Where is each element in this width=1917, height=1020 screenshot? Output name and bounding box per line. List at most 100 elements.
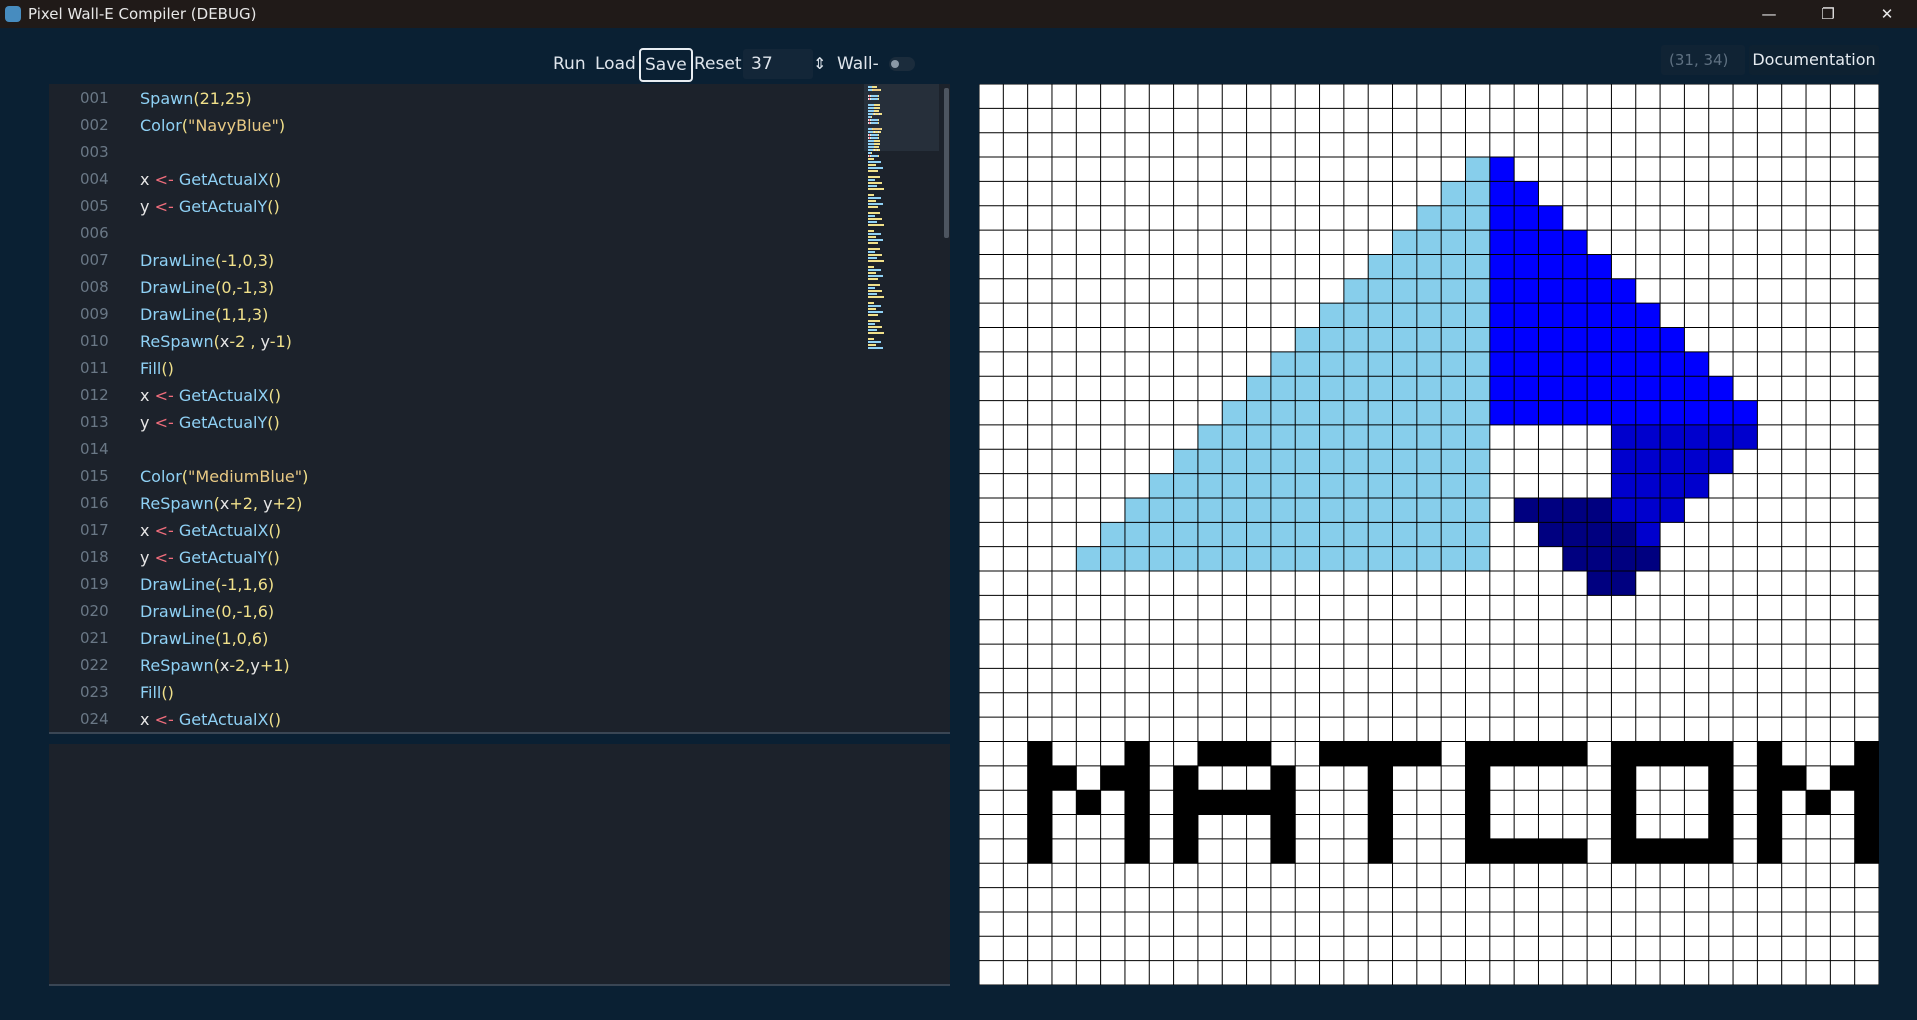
pixel-cell[interactable] [1635, 838, 1661, 864]
code-line[interactable]: 003 [49, 139, 849, 166]
pixel-cell[interactable] [1514, 376, 1539, 401]
pixel-cell[interactable] [1270, 546, 1296, 572]
pixel-cell[interactable] [1343, 303, 1369, 328]
pixel-cell[interactable] [1368, 790, 1393, 815]
pixel-cell[interactable] [1684, 376, 1710, 401]
pixel-cell[interactable] [1660, 838, 1685, 864]
pixel-cell[interactable] [1465, 303, 1491, 328]
pixel-cell[interactable] [1587, 400, 1612, 426]
pixel-cell[interactable] [1441, 376, 1466, 401]
pixel-cell[interactable] [1392, 327, 1418, 353]
pixel-cell[interactable] [1441, 327, 1466, 353]
pixel-cell[interactable] [1611, 765, 1637, 791]
pixel-cell[interactable] [1343, 522, 1369, 547]
pixel-cell[interactable] [1489, 278, 1515, 304]
pixel-cell[interactable] [1124, 497, 1150, 523]
line-code[interactable]: Fill() [140, 355, 174, 382]
pixel-cell[interactable] [1124, 546, 1150, 572]
pixel-cell[interactable] [1660, 327, 1685, 353]
pixel-cell[interactable] [1635, 327, 1661, 353]
pixel-cell[interactable] [1514, 303, 1539, 328]
pixel-cell[interactable] [1368, 327, 1393, 353]
pixel-cell[interactable] [1635, 376, 1661, 401]
pixel-cell[interactable] [1635, 449, 1661, 474]
pixel-cell[interactable] [1173, 546, 1199, 572]
pixel-cell[interactable] [1368, 838, 1393, 864]
pixel-cell[interactable] [1173, 765, 1199, 791]
pixel-cell[interactable] [1368, 400, 1393, 426]
pixel-cell[interactable] [1684, 400, 1710, 426]
pixel-cell[interactable] [1319, 497, 1345, 523]
minimize-button[interactable]: — [1749, 3, 1789, 25]
pixel-cell[interactable] [1441, 303, 1466, 328]
line-code[interactable]: y <- GetActualY() [140, 409, 280, 436]
documentation-button[interactable]: Documentation [1749, 45, 1879, 75]
pixel-cell[interactable] [1222, 473, 1247, 499]
pixel-cell[interactable] [1270, 814, 1296, 840]
pixel-cell[interactable] [1830, 765, 1855, 791]
line-code[interactable]: Color("NavyBlue") [140, 112, 285, 139]
pixel-cell[interactable] [1514, 278, 1539, 304]
pixel-cell[interactable] [1562, 327, 1588, 353]
pixel-cell[interactable] [1392, 449, 1418, 474]
pixel-cell[interactable] [1611, 522, 1637, 547]
line-code[interactable]: ReSpawn(x+2, y+2) [140, 490, 302, 517]
pixel-cell[interactable] [1124, 522, 1150, 547]
pixel-cell[interactable] [1197, 473, 1223, 499]
pixel-cell[interactable] [1416, 449, 1442, 474]
code-line[interactable]: 016 ReSpawn(x+2, y+2) [49, 490, 849, 517]
pixel-cell[interactable] [1708, 790, 1734, 815]
pixel-cell[interactable] [1514, 741, 1539, 767]
pixel-cell[interactable] [1854, 814, 1879, 840]
run-button[interactable]: Run [551, 49, 588, 79]
pixel-cell[interactable] [1392, 230, 1418, 255]
pixel-cell[interactable] [1489, 376, 1515, 401]
pixel-cell[interactable] [1635, 497, 1661, 523]
pixel-cell[interactable] [1173, 473, 1199, 499]
pixel-cell[interactable] [1489, 254, 1515, 280]
pixel-cell[interactable] [1489, 351, 1515, 377]
pixel-cell[interactable] [1173, 838, 1199, 864]
pixel-canvas[interactable] [979, 84, 1879, 985]
pixel-cell[interactable] [1416, 303, 1442, 328]
pixel-cell[interactable] [1197, 546, 1223, 572]
pixel-cell[interactable] [1368, 278, 1393, 304]
pixel-cell[interactable] [1100, 546, 1126, 572]
pixel-cell[interactable] [1319, 351, 1345, 377]
pixel-cell[interactable] [1441, 424, 1466, 450]
pixel-cell[interactable] [1124, 838, 1150, 864]
pixel-cell[interactable] [1076, 546, 1101, 572]
pixel-cell[interactable] [1514, 838, 1539, 864]
code-line[interactable]: 011 Fill() [49, 355, 849, 382]
pixel-cell[interactable] [1270, 790, 1296, 815]
pixel-cell[interactable] [1246, 497, 1272, 523]
pixel-cell[interactable] [1611, 303, 1637, 328]
pixel-cell[interactable] [1854, 765, 1879, 791]
pixel-cell[interactable] [1246, 400, 1272, 426]
pixel-cell[interactable] [1587, 351, 1612, 377]
pixel-cell[interactable] [1319, 400, 1345, 426]
pixel-cell[interactable] [1538, 303, 1564, 328]
pixel-cell[interactable] [1027, 838, 1053, 864]
pixel-cell[interactable] [1441, 230, 1466, 255]
line-code[interactable]: x <- GetActualX() [140, 517, 281, 544]
pixel-cell[interactable] [1514, 497, 1539, 523]
pixel-cell[interactable] [1441, 205, 1466, 231]
pixel-cell[interactable] [1465, 497, 1491, 523]
pixel-cell[interactable] [1538, 400, 1564, 426]
pixel-cell[interactable] [1270, 473, 1296, 499]
pixel-cell[interactable] [1611, 351, 1637, 377]
pixel-cell[interactable] [1854, 741, 1879, 767]
pixel-cell[interactable] [1246, 449, 1272, 474]
pixel-cell[interactable] [1538, 376, 1564, 401]
pixel-cell[interactable] [1416, 376, 1442, 401]
pixel-cell[interactable] [1416, 327, 1442, 353]
pixel-cell[interactable] [1489, 400, 1515, 426]
pixel-cell[interactable] [1587, 546, 1612, 572]
pixel-cell[interactable] [1343, 449, 1369, 474]
pixel-cell[interactable] [1587, 376, 1612, 401]
pixel-cell[interactable] [1562, 254, 1588, 280]
pixel-cell[interactable] [1319, 303, 1345, 328]
line-code[interactable]: ReSpawn(x-2 , y-1) [140, 328, 292, 355]
pixel-cell[interactable] [1076, 790, 1101, 815]
